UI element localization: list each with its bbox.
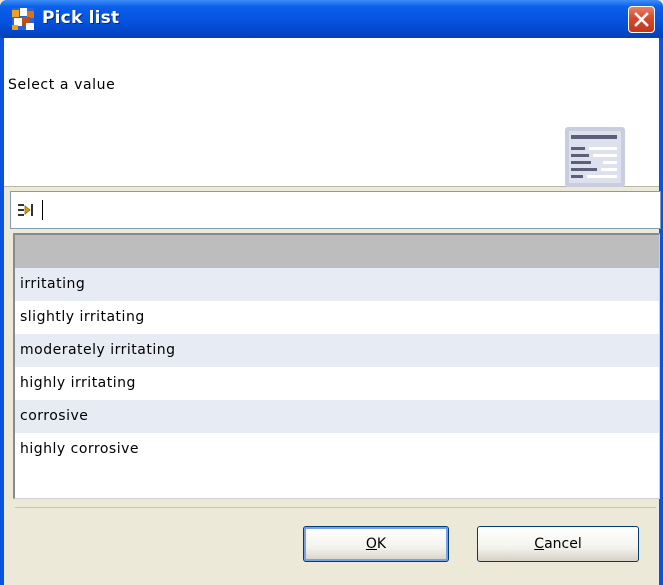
cancel-button[interactable]: Cancel [477, 526, 639, 562]
footer-divider [15, 507, 656, 508]
filter-input[interactable] [41, 196, 651, 224]
close-icon [634, 12, 649, 27]
window-title: Pick list [42, 8, 120, 28]
values-list[interactable]: irritating slightly irritating moderatel… [13, 233, 660, 499]
app-logo-icon [12, 8, 34, 30]
list-item-blank[interactable] [15, 235, 659, 268]
list-item-highly-corrosive[interactable]: highly corrosive [15, 433, 659, 466]
close-button[interactable] [628, 6, 655, 33]
list-item-slightly-irritating[interactable]: slightly irritating [15, 301, 659, 334]
cancel-label: ancel [544, 536, 582, 552]
list-item-corrosive[interactable]: corrosive [15, 400, 659, 433]
list-item-irritating[interactable]: irritating [15, 268, 659, 301]
dialog-header: Select a value [4, 38, 659, 187]
title-bar[interactable]: Pick list [0, 0, 663, 38]
list-item-highly-irritating[interactable]: highly irritating [15, 367, 659, 400]
list-item-moderately-irritating[interactable]: moderately irritating [15, 334, 659, 367]
cancel-mnemonic: C [534, 536, 545, 552]
text-caret [42, 200, 43, 220]
list-document-icon [565, 127, 625, 187]
prompt-text: Select a value [8, 77, 116, 93]
filter-field[interactable] [10, 191, 661, 229]
pick-list-dialog: Pick list Select a value irritating slig… [0, 0, 663, 585]
ok-button[interactable]: OK [303, 526, 449, 562]
ok-label: K [376, 536, 387, 552]
ok-mnemonic: O [365, 536, 377, 552]
filter-arrow-icon [18, 204, 33, 216]
